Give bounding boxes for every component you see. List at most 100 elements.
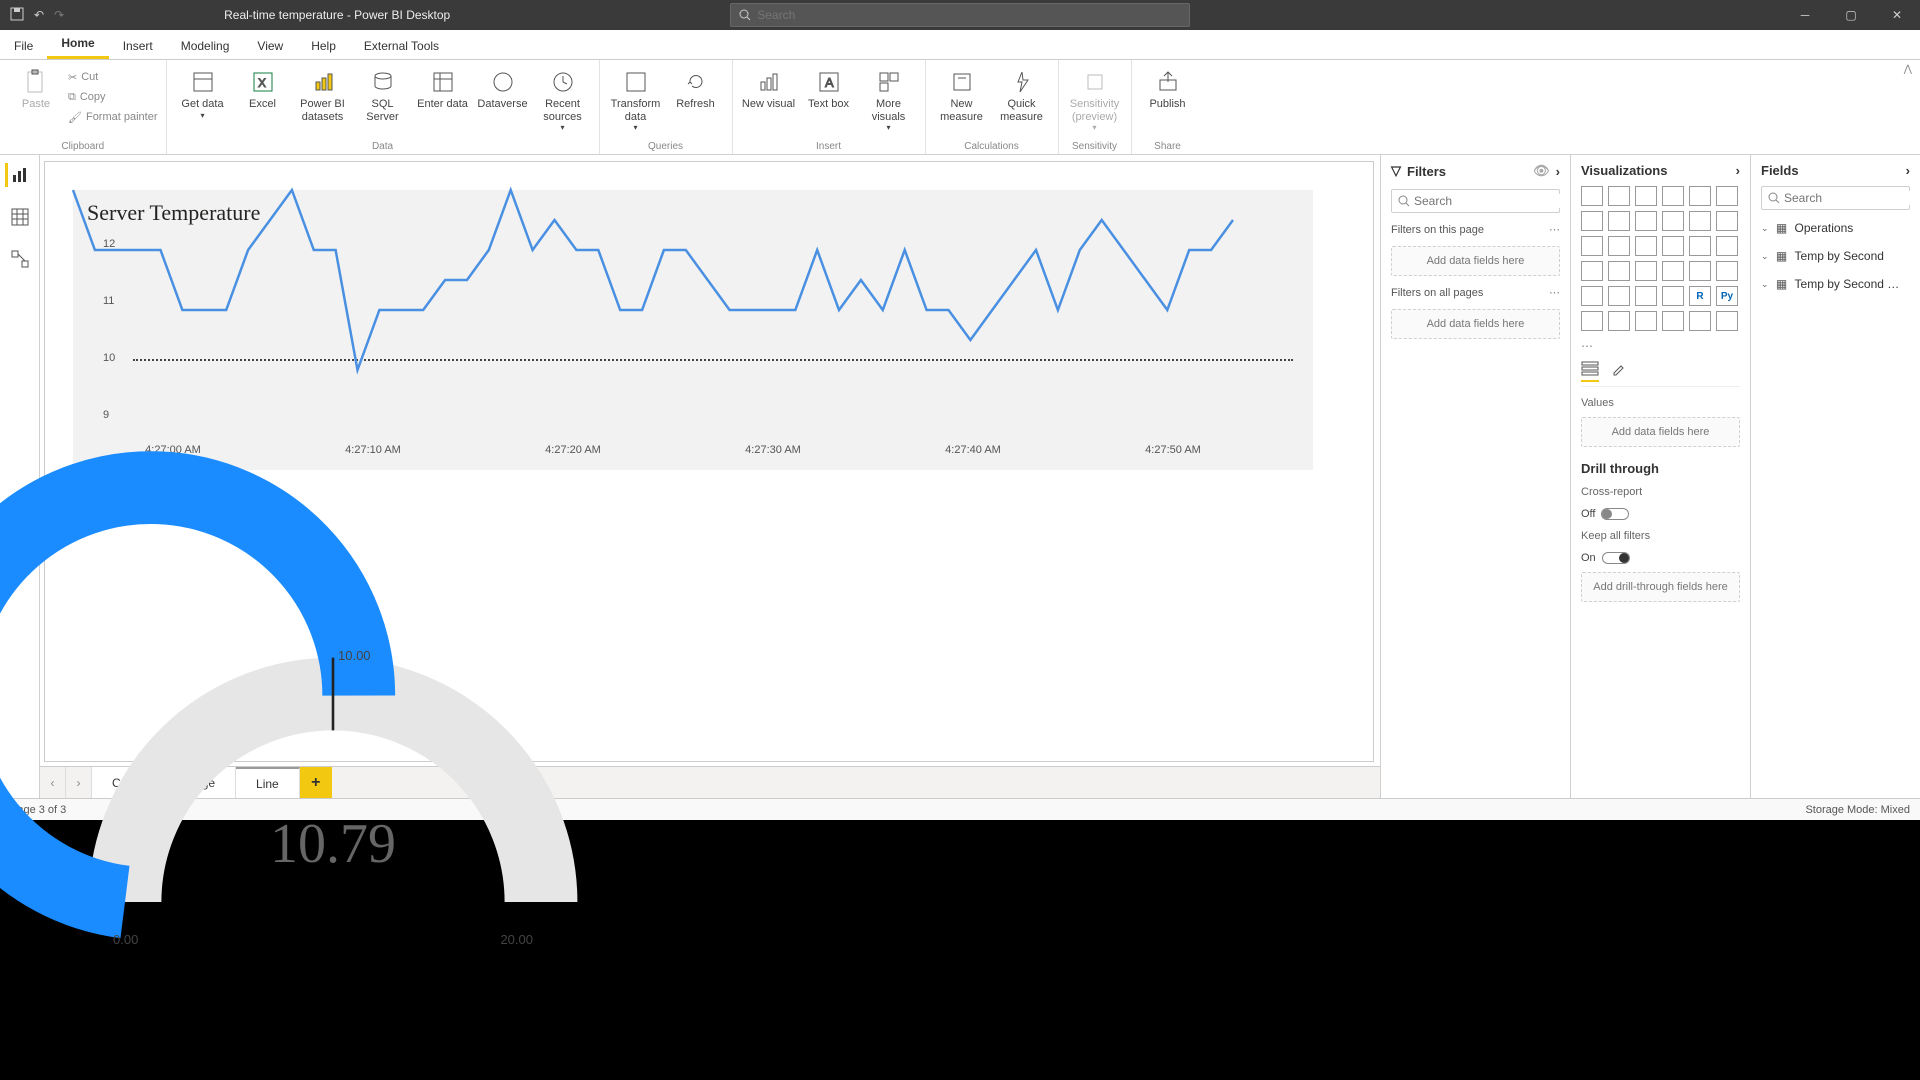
viz-decomp-icon[interactable]: [1608, 311, 1630, 331]
line-chart-visual[interactable]: Server Temperature 12 11 10 9 4:27:00 AM…: [73, 190, 1313, 470]
hide-filters-icon[interactable]: 👁: [1533, 163, 1550, 179]
viz-stacked-bar-icon[interactable]: [1581, 186, 1603, 206]
viz-narrative-icon[interactable]: [1662, 311, 1684, 331]
viz-matrix-icon[interactable]: [1662, 286, 1684, 306]
search-input[interactable]: [757, 8, 1181, 22]
cut-button[interactable]: ✂Cut: [68, 68, 158, 86]
dataverse-button[interactable]: Dataverse: [475, 64, 531, 111]
format-painter-button[interactable]: 🖌Format painter: [68, 108, 158, 126]
viz-py-icon[interactable]: Py: [1716, 286, 1738, 306]
fields-subtab[interactable]: [1581, 361, 1599, 382]
more-icon[interactable]: ⋯: [1549, 223, 1560, 236]
viz-qa-icon[interactable]: [1635, 311, 1657, 331]
collapse-filters-icon[interactable]: ›: [1556, 164, 1560, 179]
viz-area-icon[interactable]: [1608, 211, 1630, 231]
field-table-temp2[interactable]: ⌄▦Temp by Second …: [1761, 274, 1910, 294]
drill-well[interactable]: Add drill-through fields here: [1581, 572, 1740, 602]
viz-scatter-icon[interactable]: [1635, 236, 1657, 256]
filters-search[interactable]: [1391, 189, 1560, 213]
viz-get-more-icon[interactable]: [1716, 311, 1738, 331]
viz-stacked-area-icon[interactable]: [1635, 211, 1657, 231]
pbi-datasets-button[interactable]: Power BI datasets: [295, 64, 351, 123]
field-table-temp1[interactable]: ⌄▦Temp by Second: [1761, 246, 1910, 266]
viz-shape-map-icon[interactable]: [1635, 261, 1657, 281]
tab-home[interactable]: Home: [47, 30, 108, 59]
undo-icon[interactable]: ↶: [34, 8, 44, 22]
paste-button[interactable]: Paste: [8, 64, 64, 111]
quick-measure-button[interactable]: Quick measure: [994, 64, 1050, 123]
viz-gauge-icon[interactable]: [1662, 261, 1684, 281]
viz-kpi-icon[interactable]: [1581, 286, 1603, 306]
get-data-button[interactable]: Get data▾: [175, 64, 231, 120]
viz-ribbon-icon[interactable]: [1716, 211, 1738, 231]
viz-funnel-icon[interactable]: [1608, 236, 1630, 256]
recent-sources-button[interactable]: Recent sources▾: [535, 64, 591, 132]
viz-donut-icon[interactable]: [1689, 236, 1711, 256]
filters-all-well[interactable]: Add data fields here: [1391, 309, 1560, 339]
viz-key-influencer-icon[interactable]: [1581, 311, 1603, 331]
viz-combo2-icon[interactable]: [1689, 211, 1711, 231]
viz-more-icon[interactable]: ⋯: [1581, 339, 1740, 353]
viz-stacked-col-icon[interactable]: [1635, 186, 1657, 206]
transform-data-button[interactable]: Transform data▾: [608, 64, 664, 132]
fields-search[interactable]: [1761, 186, 1910, 210]
model-view-button[interactable]: [8, 247, 32, 271]
collapse-fields-icon[interactable]: ›: [1906, 163, 1910, 178]
tab-insert[interactable]: Insert: [109, 33, 167, 59]
values-well[interactable]: Add data fields here: [1581, 417, 1740, 447]
viz-pie-icon[interactable]: [1662, 236, 1684, 256]
sql-button[interactable]: SQL Server: [355, 64, 411, 123]
copy-button[interactable]: ⧉Copy: [68, 88, 158, 106]
filters-page-well[interactable]: Add data fields here: [1391, 246, 1560, 276]
page-prev[interactable]: ‹: [40, 767, 66, 798]
fields-search-input[interactable]: [1784, 191, 1920, 205]
viz-clustered-bar-icon[interactable]: [1608, 186, 1630, 206]
gauge-visual[interactable]: 10.00 10.79 0.00 20.00: [73, 642, 593, 972]
tab-help[interactable]: Help: [297, 33, 350, 59]
save-icon[interactable]: [10, 7, 24, 24]
viz-100-bar-icon[interactable]: [1689, 186, 1711, 206]
enter-data-button[interactable]: Enter data: [415, 64, 471, 111]
viz-table-icon[interactable]: [1635, 286, 1657, 306]
viz-r-icon[interactable]: R: [1689, 286, 1711, 306]
collapse-viz-icon[interactable]: ›: [1736, 163, 1740, 178]
more-visuals-button[interactable]: More visuals▾: [861, 64, 917, 132]
report-view-button[interactable]: [5, 163, 29, 187]
viz-map-icon[interactable]: [1581, 261, 1603, 281]
publish-button[interactable]: Publish: [1140, 64, 1196, 111]
global-search[interactable]: [730, 3, 1190, 27]
tab-view[interactable]: View: [243, 33, 297, 59]
tab-external-tools[interactable]: External Tools: [350, 33, 453, 59]
maximize-button[interactable]: ▢: [1828, 0, 1874, 30]
sensitivity-button[interactable]: Sensitivity (preview)▾: [1067, 64, 1123, 132]
viz-100-col-icon[interactable]: [1716, 186, 1738, 206]
viz-combo1-icon[interactable]: [1662, 211, 1684, 231]
viz-line-icon[interactable]: [1581, 211, 1603, 231]
collapse-ribbon-icon[interactable]: ⋀: [1904, 64, 1912, 75]
excel-button[interactable]: XExcel: [235, 64, 291, 111]
minimize-button[interactable]: ─: [1782, 0, 1828, 30]
text-box-button[interactable]: AText box: [801, 64, 857, 111]
viz-slicer-icon[interactable]: [1608, 286, 1630, 306]
new-measure-button[interactable]: New measure: [934, 64, 990, 123]
viz-clustered-col-icon[interactable]: [1662, 186, 1684, 206]
cross-report-toggle[interactable]: [1601, 508, 1629, 520]
data-view-button[interactable]: [8, 205, 32, 229]
viz-multi-card-icon[interactable]: [1716, 261, 1738, 281]
close-button[interactable]: ✕: [1874, 0, 1920, 30]
viz-filled-map-icon[interactable]: [1608, 261, 1630, 281]
file-menu[interactable]: File: [0, 33, 47, 59]
new-visual-button[interactable]: New visual: [741, 64, 797, 111]
more-icon[interactable]: ⋯: [1549, 286, 1560, 299]
viz-paginated-icon[interactable]: [1689, 311, 1711, 331]
refresh-button[interactable]: Refresh: [668, 64, 724, 111]
viz-treemap-icon[interactable]: [1716, 236, 1738, 256]
tab-modeling[interactable]: Modeling: [167, 33, 244, 59]
field-table-operations[interactable]: ⌄▦Operations: [1761, 218, 1910, 238]
redo-icon[interactable]: ↷: [54, 8, 64, 22]
keep-filters-toggle[interactable]: [1602, 552, 1630, 564]
format-subtab[interactable]: [1611, 361, 1625, 382]
report-canvas[interactable]: Server Temperature 12 11 10 9 4:27:00 AM…: [44, 161, 1374, 762]
viz-card-icon[interactable]: [1689, 261, 1711, 281]
filters-search-input[interactable]: [1414, 194, 1569, 208]
